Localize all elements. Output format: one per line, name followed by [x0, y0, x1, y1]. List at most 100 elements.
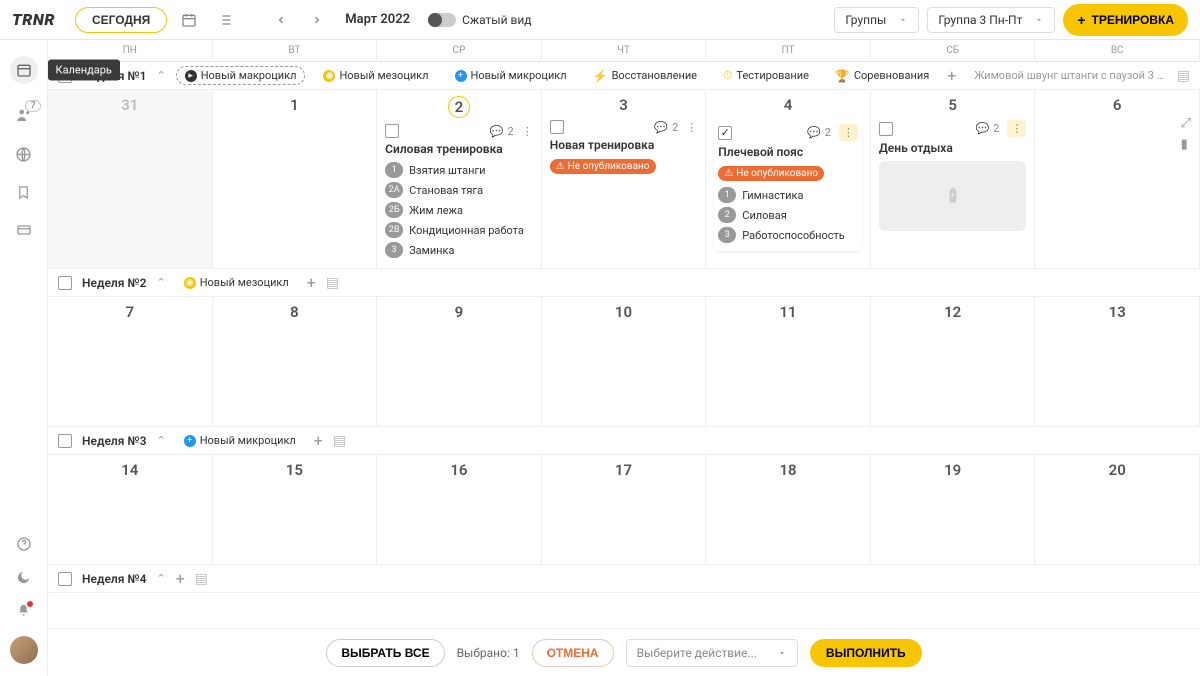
- week2-chat-icon[interactable]: ▤: [326, 275, 339, 291]
- week4-chat-icon[interactable]: ▤: [195, 571, 208, 587]
- week3-checkbox[interactable]: [58, 434, 72, 448]
- avatar[interactable]: [10, 636, 38, 664]
- menu-icon[interactable]: ⋮: [522, 125, 533, 138]
- workout-title[interactable]: День отдыха: [879, 141, 1027, 155]
- day-cell[interactable]: 18: [706, 455, 871, 564]
- chip-testing[interactable]: ⏱Тестирование: [715, 66, 817, 85]
- exercise-item[interactable]: 2БЖим лежа: [385, 202, 533, 218]
- main: ПНВТСРЧТПТСБВС Неделя №1 ⌃ ▸Новый макроц…: [48, 40, 1200, 676]
- chip-microcycle[interactable]: +Новый микроцикл: [447, 67, 575, 84]
- day-cell-2[interactable]: 2 💬2 ⋮ Силовая тренировка 1Взятия штанги…: [377, 90, 542, 268]
- selected-count: Выбрано: 1: [457, 646, 520, 660]
- workout-title[interactable]: Силовая тренировка: [385, 142, 533, 156]
- chip-recovery[interactable]: ⚡Восстановление: [585, 67, 705, 85]
- exercise-item[interactable]: 1Гимнастика: [718, 187, 858, 203]
- week4-add-icon[interactable]: +: [176, 569, 185, 588]
- expand-icon[interactable]: ⤢: [1181, 116, 1191, 131]
- unpublished-badge: ⚠Не опубликовано: [718, 166, 824, 181]
- week2-add-icon[interactable]: +: [307, 273, 316, 292]
- list-icon[interactable]: [211, 6, 239, 34]
- week1-add-icon[interactable]: +: [947, 66, 956, 85]
- day-cell[interactable]: 20: [1035, 455, 1200, 564]
- week1-collapse[interactable]: ⌃: [156, 69, 165, 82]
- sidebar-help-icon[interactable]: [16, 536, 32, 552]
- week3-bar: Неделя №3 ⌃ +Новый микроцикл + ▤: [48, 427, 1200, 455]
- day-cell[interactable]: 14: [48, 455, 213, 564]
- sidebar-people-icon[interactable]: 7: [15, 106, 33, 124]
- day-cell[interactable]: 9: [377, 297, 542, 426]
- chip-mesocycle[interactable]: ◉Новый мезоцикл: [176, 274, 297, 291]
- week4-checkbox[interactable]: [58, 572, 72, 586]
- chip-mesocycle[interactable]: ◉Новый мезоцикл: [315, 67, 436, 84]
- chip-microcycle[interactable]: +Новый микроцикл: [176, 432, 304, 449]
- sat-checkbox[interactable]: [879, 122, 893, 136]
- day-cell[interactable]: 12: [871, 297, 1036, 426]
- week2-checkbox[interactable]: [58, 276, 72, 290]
- sidebar-calendar-icon[interactable]: Календарь: [10, 56, 38, 84]
- prev-month-icon[interactable]: [267, 6, 295, 34]
- day-cell-4[interactable]: 4 💬2 ⋮ Плечевой пояс ⚠Не опубликовано 1Г…: [706, 90, 871, 268]
- workout-title[interactable]: Плечевой пояс: [718, 145, 858, 159]
- sidebar-bookmark-icon[interactable]: [16, 185, 31, 200]
- day-cell-31[interactable]: 31: [48, 90, 213, 268]
- week4-bar: Неделя №4 ⌃ + ▤: [48, 565, 1200, 593]
- compact-toggle[interactable]: Сжатый вид: [428, 13, 531, 27]
- wed-checkbox[interactable]: [385, 124, 399, 138]
- exercise-item[interactable]: 3Работоспособность: [718, 227, 858, 243]
- exercise-item[interactable]: 3Заминка: [385, 242, 533, 258]
- rest-card: [879, 161, 1027, 231]
- day-cell[interactable]: 16: [377, 455, 542, 564]
- chip-macrocycle[interactable]: ▸Новый макроцикл: [176, 66, 306, 85]
- next-month-icon[interactable]: [303, 6, 331, 34]
- workout-title[interactable]: Новая тренировка: [550, 138, 698, 152]
- people-badge: 7: [25, 100, 40, 112]
- week1-note: Жимовой швунг штанги с паузой 3 сек. в в…: [974, 69, 1166, 82]
- sidebar-moon-icon[interactable]: [16, 570, 31, 585]
- day-cell[interactable]: 7: [48, 297, 213, 426]
- battery-icon[interactable]: ▮: [1181, 137, 1191, 152]
- day-cell[interactable]: 8: [213, 297, 378, 426]
- fri-checkbox[interactable]: [718, 126, 732, 140]
- day-cell-3[interactable]: 3 💬2 ⋮ Новая тренировка ⚠Не опубликовано: [542, 90, 707, 268]
- action-select[interactable]: Выберите действие...: [626, 639, 798, 667]
- day-cell[interactable]: 11: [706, 297, 871, 426]
- day-cell[interactable]: 10: [542, 297, 707, 426]
- week3-days: 14 15 16 17 18 19 20: [48, 455, 1200, 565]
- week3-chat-icon[interactable]: ▤: [333, 433, 346, 449]
- action-bar: ВЫБРАТЬ ВСЕ Выбрано: 1 ОТМЕНА Выберите д…: [48, 628, 1200, 676]
- exercise-item[interactable]: 2Силовая: [718, 207, 858, 223]
- week3-collapse[interactable]: ⌃: [156, 434, 165, 447]
- day-cell-1[interactable]: 1: [213, 90, 378, 268]
- month-label: Март 2022: [345, 12, 410, 27]
- topbar: TRNR СЕГОДНЯ Март 2022 Сжатый вид Группы…: [0, 0, 1200, 40]
- week4-collapse[interactable]: ⌃: [156, 572, 165, 585]
- group-value-select[interactable]: Группа 3 Пн-Пт: [927, 7, 1055, 33]
- exercise-item[interactable]: 2ВКондиционная работа: [385, 222, 533, 238]
- day-cell-5[interactable]: 5 💬2 ⋮ День отдыха: [871, 90, 1036, 268]
- day-cell-6[interactable]: 6 ⤢ ▮: [1035, 90, 1200, 268]
- day-cell[interactable]: 19: [871, 455, 1036, 564]
- day-cell[interactable]: 13: [1035, 297, 1200, 426]
- groups-select[interactable]: Группы: [834, 7, 919, 33]
- week1-days: 31 1 2 💬2 ⋮ Силовая тренировка 1Взятия ш…: [48, 90, 1200, 269]
- today-button[interactable]: СЕГОДНЯ: [75, 7, 167, 33]
- calendar-icon[interactable]: [175, 6, 203, 34]
- week1-chat-icon[interactable]: ▤: [1177, 68, 1190, 84]
- sidebar-card-icon[interactable]: [16, 222, 32, 238]
- exercise-item[interactable]: 1Взятия штанги: [385, 162, 533, 178]
- sidebar-globe-icon[interactable]: [15, 146, 32, 163]
- sidebar-bell-icon[interactable]: [16, 603, 31, 618]
- day-cell[interactable]: 17: [542, 455, 707, 564]
- cancel-button[interactable]: ОТМЕНА: [532, 639, 614, 667]
- comments-icon[interactable]: 💬: [490, 125, 504, 138]
- chip-competition[interactable]: 🏆Соревнования: [827, 67, 937, 85]
- day-header: ПНВТСРЧТПТСБВС: [48, 40, 1200, 62]
- new-workout-button[interactable]: +ТРЕНИРОВКА: [1063, 4, 1188, 36]
- exercise-item[interactable]: 2АСтановая тяга: [385, 182, 533, 198]
- execute-button[interactable]: ВЫПОЛНИТЬ: [810, 639, 922, 667]
- week2-collapse[interactable]: ⌃: [156, 276, 165, 289]
- select-all-button[interactable]: ВЫБРАТЬ ВСЕ: [326, 639, 444, 667]
- thu-checkbox[interactable]: [550, 120, 564, 134]
- week3-add-icon[interactable]: +: [314, 431, 323, 450]
- day-cell[interactable]: 15: [213, 455, 378, 564]
